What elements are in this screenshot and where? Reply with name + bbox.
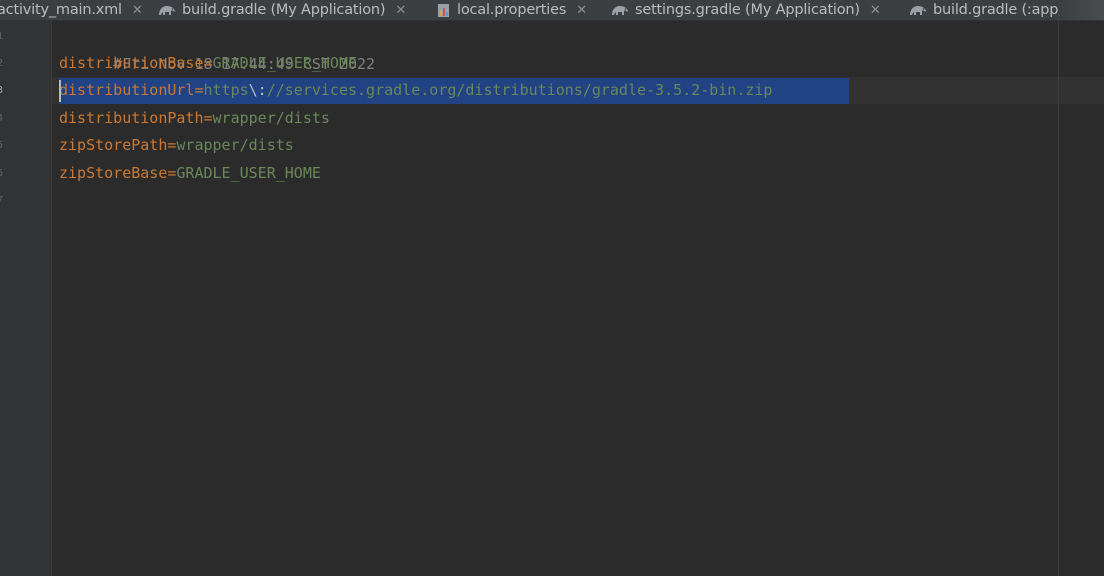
code-line-1: #Fri Nov 18 17:44:49 CST 2022 — [59, 23, 375, 73]
line-number: 7 — [0, 195, 3, 206]
text-caret — [59, 80, 61, 102]
editor-tab-bar: activity_main.xml ✕ build.gradle (My App… — [0, 0, 1104, 21]
tab-build-gradle-app[interactable]: build.gradle (:app) ✕ — [909, 0, 1085, 20]
property-value: wrapper/dists — [212, 109, 330, 127]
tab-label: settings.gradle (My Application) — [635, 2, 860, 18]
tab-label: build.gradle (My Application) — [182, 2, 386, 18]
property-key: zipStorePath — [59, 136, 168, 154]
property-key: distributionPath — [59, 109, 204, 127]
tab-activity-main-xml[interactable]: activity_main.xml ✕ — [0, 0, 143, 20]
tab-settings-gradle[interactable]: settings.gradle (My Application) ✕ — [611, 0, 881, 20]
gradle-elephant-icon — [158, 4, 176, 17]
code-line-4: distributionPath=wrapper/dists — [59, 105, 330, 133]
property-key: zipStoreBase — [59, 164, 168, 182]
line-number-gutter: 1 2 3 4 5 6 7 — [0, 21, 52, 576]
escape-sequence: \: — [248, 81, 267, 99]
close-icon[interactable]: ✕ — [576, 4, 587, 17]
equals-sign: = — [194, 81, 204, 99]
tab-local-properties[interactable]: local.properties ✕ — [437, 0, 587, 20]
property-value: GRADLE_USER_HOME — [176, 164, 321, 182]
tab-label: build.gradle (:app) — [933, 2, 1064, 18]
code-line-2: distributionBase=GRADLE_USER_HOME — [59, 50, 357, 78]
line-number: 6 — [0, 168, 3, 179]
right-margin-guide — [1058, 21, 1059, 576]
code-line-5: zipStorePath=wrapper/dists — [59, 132, 294, 160]
equals-sign: = — [203, 54, 213, 72]
line-number: 5 — [0, 140, 3, 151]
gradle-elephant-icon — [611, 4, 629, 17]
gradle-elephant-icon — [909, 4, 927, 17]
property-value: wrapper/dists — [176, 136, 294, 154]
close-icon[interactable]: ✕ — [132, 4, 143, 17]
close-icon[interactable]: ✕ — [395, 4, 406, 17]
code-line-6: zipStoreBase=GRADLE_USER_HOME — [59, 160, 321, 188]
line-number-current: 3 — [0, 85, 3, 96]
close-icon[interactable]: ✕ — [870, 4, 881, 17]
tab-label: local.properties — [457, 2, 567, 18]
property-value-path: //services.gradle.org/distributions/grad… — [266, 81, 773, 99]
tab-label: activity_main.xml — [0, 2, 122, 18]
properties-file-icon — [437, 3, 453, 18]
property-value: GRADLE_USER_HOME — [212, 54, 358, 72]
code-line-3: distributionUrl=https\://services.gradle… — [59, 77, 772, 105]
line-number: 1 — [0, 31, 3, 42]
equals-sign: = — [203, 109, 213, 127]
property-key: distributionUrl — [59, 81, 195, 99]
tab-build-gradle-project[interactable]: build.gradle (My Application) ✕ — [158, 0, 406, 20]
property-key: distributionBase — [59, 54, 204, 72]
tab-bar-overflow-fade — [1060, 0, 1104, 20]
property-value-scheme: https — [203, 81, 249, 99]
code-editor[interactable]: 1 2 3 4 5 6 7 #Fri Nov 18 17:44:49 CST 2… — [0, 21, 1104, 576]
line-number: 2 — [0, 58, 3, 69]
line-number: 4 — [0, 113, 3, 124]
